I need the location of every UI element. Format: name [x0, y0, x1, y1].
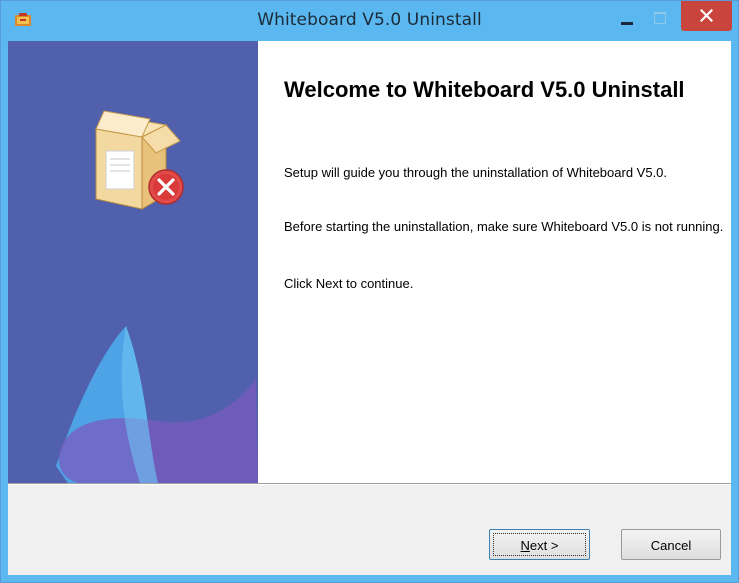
- warning-text: Before starting the uninstallation, make…: [284, 219, 724, 234]
- uninstall-window: Whiteboard V5.0 Uninstall Welcome to Whi…: [0, 0, 739, 583]
- intro-text: Setup will guide you through the uninsta…: [284, 165, 668, 180]
- sidebar-art: [8, 41, 258, 483]
- close-icon: [700, 9, 713, 22]
- maximize-button[interactable]: [647, 5, 673, 29]
- continue-text: Click Next to continue.: [284, 276, 414, 291]
- close-button[interactable]: [681, 1, 732, 31]
- minimize-button[interactable]: [613, 5, 641, 31]
- minimize-icon: [621, 22, 633, 25]
- title-bar[interactable]: Whiteboard V5.0 Uninstall: [1, 1, 738, 41]
- page-title: Welcome to Whiteboard V5.0 Uninstall: [284, 77, 685, 102]
- maximize-icon: [654, 12, 666, 24]
- wizard-sidebar: [8, 41, 258, 483]
- wizard-content: Welcome to Whiteboard V5.0 Uninstall Set…: [258, 41, 731, 483]
- cancel-button[interactable]: Cancel: [621, 529, 721, 560]
- next-button-label: Next >: [520, 538, 559, 553]
- dialog-client-area: Welcome to Whiteboard V5.0 Uninstall Set…: [8, 41, 731, 575]
- next-button[interactable]: Next >: [489, 529, 590, 560]
- divider-highlight: [8, 484, 731, 485]
